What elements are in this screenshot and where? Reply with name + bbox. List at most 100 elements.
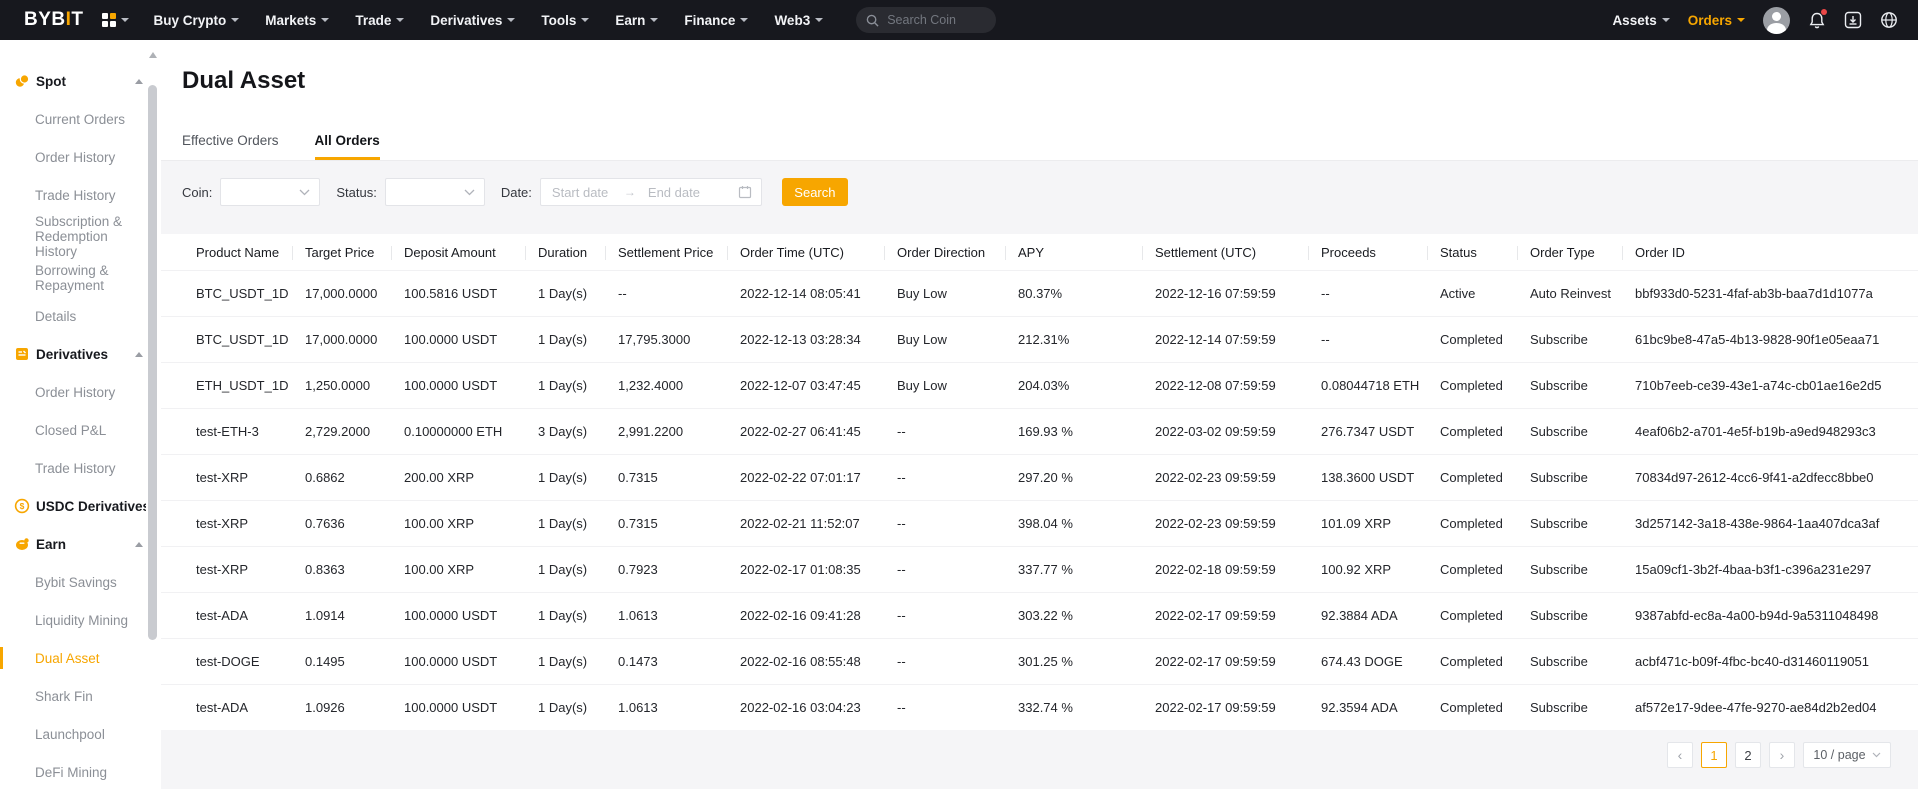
search-input[interactable] [885,12,985,28]
sidebar-section-earn[interactable]: Earn [0,525,161,563]
cell-status: Completed [1440,654,1530,669]
sidebar-item-borrowing-repayment[interactable]: Borrowing & Repayment [0,259,161,297]
cell-order-type: Subscribe [1530,654,1635,669]
avatar[interactable] [1763,7,1790,34]
cell-proceeds: 276.7347 USDT [1321,424,1440,439]
page-button-2[interactable]: 2 [1735,742,1761,768]
cell-order-id: 15a09cf1-3b2f-4baa-b3f1-c396a231e297 [1635,562,1918,577]
chevron-down-icon [1737,18,1745,22]
page-header: Dual Asset Effective Orders All Orders [161,40,1918,161]
chevron-down-icon [815,18,823,22]
download-app-button[interactable] [1844,11,1862,29]
nav-item-trade[interactable]: Trade [355,13,404,28]
cell-order-id: 70834d97-2612-4cc6-9f41-a2dfecc8bbe0 [1635,470,1918,485]
next-page-button[interactable]: › [1769,742,1795,768]
tab-all-orders[interactable]: All Orders [315,133,380,160]
status-select[interactable] [385,178,485,206]
scrollbar-thumb[interactable] [148,85,157,640]
cell-settlement-utc: 2022-12-14 07:59:59 [1155,332,1321,347]
sidebar-item-launchpool[interactable]: Launchpool [0,715,161,753]
column-header-order-time-utc: Order Time (UTC) [740,245,897,260]
nav-link-orders[interactable]: Orders [1688,13,1745,28]
nav-item-derivatives[interactable]: Derivatives [430,13,515,28]
date-filter-label: Date: [501,185,532,200]
cell-duration: 1 Day(s) [538,470,618,485]
sidebar-section-spot[interactable]: Spot [0,62,161,100]
cell-target-price: 2,729.2000 [305,424,404,439]
sidebar-section-derivatives[interactable]: Derivatives [0,335,161,373]
sidebar-item-label: Order History [35,150,115,165]
nav-right: Assets Orders [1612,7,1898,34]
cell-order-time-utc: 2022-02-17 01:08:35 [740,562,897,577]
spot-icon [14,73,30,89]
nav-item-markets[interactable]: Markets [265,13,329,28]
cell-duration: 1 Day(s) [538,332,618,347]
sidebar-item-details[interactable]: Details [0,297,161,335]
column-header-target-price: Target Price [305,245,404,260]
cell-order-type: Subscribe [1530,700,1635,715]
search-button[interactable]: Search [782,178,848,206]
cell-settlement-utc: 2022-12-16 07:59:59 [1155,286,1321,301]
sidebar-item-trade-history[interactable]: Trade History [0,176,161,214]
sidebar: SpotCurrent Orders Order History Trade His… [0,40,161,789]
cell-order-direction: -- [897,470,1018,485]
sidebar-item-closed-p-l[interactable]: Closed P&L [0,411,161,449]
nav-item-earn[interactable]: Earn [615,13,658,28]
sidebar-item-bybit-savings[interactable]: Bybit Savings [0,563,161,601]
sidebar-item-label: DeFi Mining [35,765,107,780]
sidebar-scrollbar[interactable] [146,40,160,789]
cell-deposit-amount: 100.0000 USDT [404,332,538,347]
nav-item-buy-crypto[interactable]: Buy Crypto [154,13,240,28]
notifications-button[interactable] [1808,11,1826,30]
sidebar-item-order-history[interactable]: Order History [0,138,161,176]
cell-order-direction: Buy Low [897,286,1018,301]
chevron-down-icon [321,18,329,22]
coin-filter-label: Coin: [182,185,212,200]
cell-settlement-utc: 2022-03-02 09:59:59 [1155,424,1321,439]
cell-target-price: 17,000.0000 [305,286,404,301]
cell-order-time-utc: 2022-02-27 06:41:45 [740,424,897,439]
sidebar-item-shark-fin[interactable]: Shark Fin [0,677,161,715]
tab-effective-orders[interactable]: Effective Orders [182,133,279,160]
cell-order-time-utc: 2022-02-16 08:55:48 [740,654,897,669]
nav-item-tools[interactable]: Tools [541,13,589,28]
chevron-down-icon [507,18,515,22]
language-button[interactable] [1880,11,1898,29]
cell-target-price: 0.1495 [305,654,404,669]
cell-product-name: test-ETH-3 [196,424,305,439]
date-range-picker[interactable]: → [540,178,762,206]
sidebar-section-usdc-derivatives[interactable]: $USDC Derivatives [0,487,161,525]
end-date-input[interactable] [646,184,718,201]
sidebar-item-trade-history[interactable]: Trade History [0,449,161,487]
cell-order-direction: -- [897,424,1018,439]
pagination: ‹ 12 › 10 / page [161,742,1891,768]
sidebar-item-liquidity-mining[interactable]: Liquidity Mining [0,601,161,639]
bybit-logo[interactable]: BYBIT [24,9,84,31]
nav-item-finance[interactable]: Finance [684,13,748,28]
coin-select[interactable] [220,178,320,206]
apps-menu-button[interactable] [102,13,129,27]
sidebar-item-dual-asset[interactable]: Dual Asset [0,639,161,677]
nav-link-assets[interactable]: Assets [1612,13,1669,28]
sidebar-item-label: Trade History [35,188,116,203]
nav-item-label: Markets [265,13,316,28]
sidebar-item-subscription-redemption-history[interactable]: Subscription & Redemption History [0,214,161,259]
cell-order-type: Subscribe [1530,516,1635,531]
orders-table: Product NameTarget PriceDeposit AmountDu… [161,234,1918,730]
prev-page-button[interactable]: ‹ [1667,742,1693,768]
cell-apy: 80.37% [1018,286,1155,301]
sidebar-item-order-history[interactable]: Order History [0,373,161,411]
cell-deposit-amount: 100.00 XRP [404,562,538,577]
cell-order-id: 710b7eeb-ce39-43e1-a74c-cb01ae16e2d5 [1635,378,1918,393]
page-size-select[interactable]: 10 / page [1803,742,1891,768]
nav-item-web3[interactable]: Web3 [774,13,823,28]
start-date-input[interactable] [550,184,622,201]
sidebar-item-current-orders[interactable]: Current Orders [0,100,161,138]
cell-duration: 1 Day(s) [538,516,618,531]
sidebar-item-defi-mining[interactable]: DeFi Mining [0,753,161,789]
cell-apy: 212.31% [1018,332,1155,347]
page-button-1[interactable]: 1 [1701,742,1727,768]
scroll-up-arrow-icon[interactable] [149,52,157,58]
globe-icon [1880,11,1898,29]
search-pill[interactable] [856,7,996,33]
